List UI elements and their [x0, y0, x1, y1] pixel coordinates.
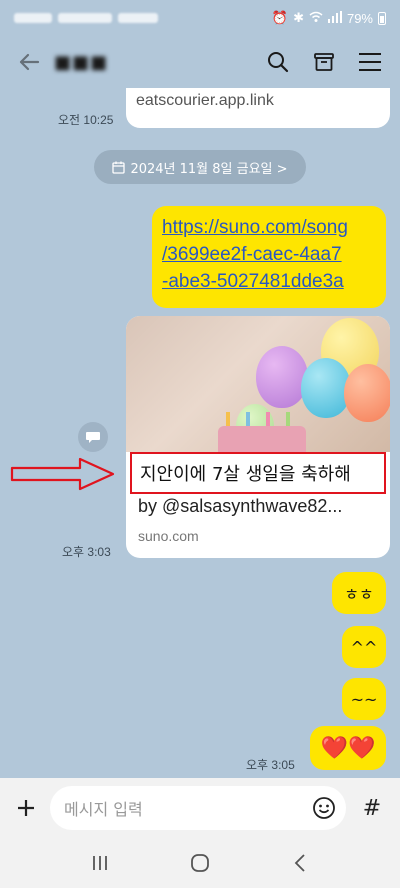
nav-recents-button[interactable]: [80, 843, 120, 883]
nav-back-icon: [294, 854, 305, 872]
chat-screen: ⏰ ✱ 79% ■■■ eatscourier.app.link 오전 10:2…: [0, 0, 400, 888]
message-input-bar: 메시지 입력 #: [0, 778, 400, 838]
chat-title: ■■■: [54, 51, 109, 73]
alarm-icon: ⏰: [271, 10, 289, 25]
candle: [266, 412, 270, 426]
back-button[interactable]: [14, 47, 44, 77]
header-actions: [262, 46, 386, 78]
nav-back-button[interactable]: [280, 843, 320, 883]
link-line[interactable]: https://suno.com/song: [162, 214, 376, 241]
chat-header: ■■■: [0, 36, 400, 88]
message-bubble[interactable]: ~~: [342, 678, 386, 720]
nav-home-icon: [191, 854, 209, 872]
date-divider[interactable]: 2024년 11월 8일 금요일 >: [94, 150, 306, 184]
hashtag-button[interactable]: #: [354, 790, 390, 826]
nav-home-button[interactable]: [180, 843, 220, 883]
blurred-status-icons: [58, 13, 112, 23]
menu-icon: [359, 53, 381, 71]
status-system-icons: ⏰ ✱ 79%: [272, 10, 386, 26]
battery-percent: 79%: [346, 10, 373, 26]
search-button[interactable]: [262, 46, 294, 78]
search-icon: [268, 52, 289, 73]
candle: [226, 412, 230, 426]
wifi-icon: [309, 11, 323, 26]
link-message-bubble[interactable]: https://suno.com/song /3699ee2f-caec-4aa…: [152, 206, 386, 308]
nav-recents-icon: [93, 856, 107, 870]
message-bubble[interactable]: ❤️❤️: [310, 726, 386, 770]
message-input[interactable]: 메시지 입력: [50, 786, 346, 830]
message-bubble[interactable]: ㅎㅎ: [332, 572, 386, 614]
share-icon: [86, 432, 100, 443]
signal-icon: [327, 10, 342, 26]
preview-image: [126, 316, 390, 452]
plus-icon: [18, 800, 34, 816]
blurred-status-icons: [118, 13, 158, 23]
message-time: 오후 3:03: [62, 545, 111, 559]
message-text: ~~: [350, 689, 378, 709]
cake: [218, 426, 306, 452]
archive-icon: [314, 53, 334, 71]
link-line[interactable]: -abe3-5027481dde3a: [162, 268, 376, 295]
link-preview-card[interactable]: 지안이에 7살 생일을 축하해 by @salsasynthwave82... …: [126, 316, 390, 558]
message-bubble[interactable]: ^^: [342, 626, 386, 668]
date-divider-text: 2024년 11월 8일 금요일 >: [130, 161, 288, 177]
preview-title: 지안이에 7살 생일을 축하해: [130, 452, 386, 494]
candle: [246, 412, 250, 426]
preview-subtitle: by @salsasynthwave82...: [138, 496, 343, 516]
preview-domain: suno.com: [138, 528, 199, 544]
message-text: ^^: [350, 637, 378, 657]
previous-link-text: eatscourier.app.link: [136, 92, 274, 109]
message-time: 오전 10:25: [58, 113, 114, 127]
battery-icon: [378, 11, 386, 25]
message-text: ❤️❤️: [320, 735, 376, 761]
previous-link-card[interactable]: eatscourier.app.link: [126, 88, 390, 128]
share-button[interactable]: [78, 422, 108, 452]
menu-button[interactable]: [354, 46, 386, 78]
system-nav-bar: [0, 838, 400, 888]
archive-button[interactable]: [308, 46, 340, 78]
bluetooth-icon: ✱: [293, 10, 304, 25]
calendar-icon: [112, 161, 126, 174]
balloon-purple: [256, 346, 308, 408]
balloon-orange: [344, 364, 390, 422]
back-arrow-icon: [19, 53, 40, 71]
message-input-placeholder: 메시지 입력: [64, 800, 143, 819]
attach-button[interactable]: [8, 790, 44, 826]
message-time: 오후 3:05: [246, 758, 295, 772]
annotation-arrow-icon: [10, 457, 115, 491]
status-notifications: [14, 13, 158, 23]
link-line[interactable]: /3699ee2f-caec-4aa7: [162, 241, 376, 268]
status-bar: ⏰ ✱ 79%: [0, 0, 400, 36]
blurred-status-icons: [14, 13, 52, 23]
emoji-icon[interactable]: [312, 796, 336, 820]
message-text: ㅎㅎ: [344, 585, 374, 604]
candle: [286, 412, 290, 426]
